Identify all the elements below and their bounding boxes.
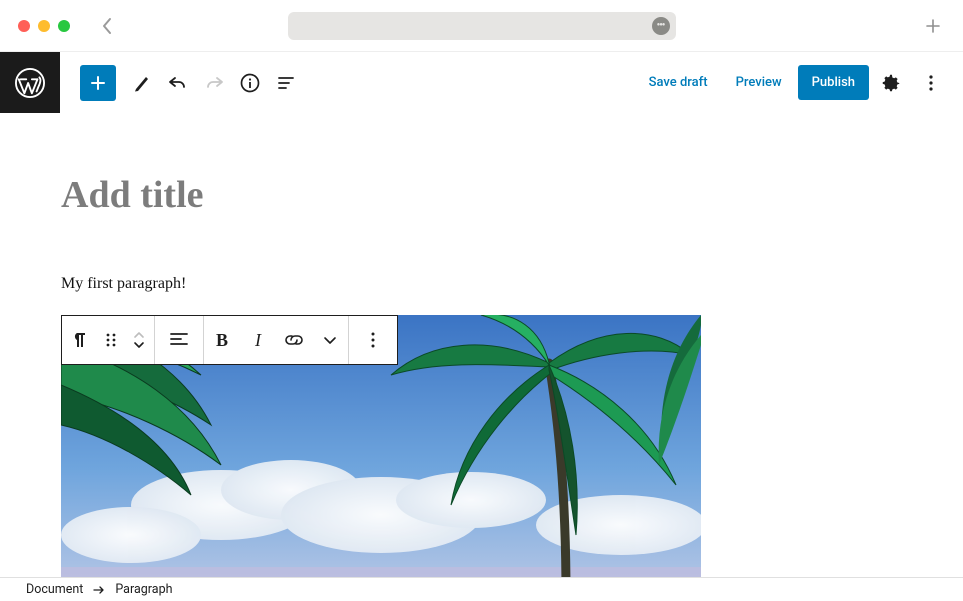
move-down-button[interactable] xyxy=(132,340,146,350)
chevron-up-icon xyxy=(132,330,146,340)
plus-icon xyxy=(88,73,108,93)
move-up-button[interactable] xyxy=(132,330,146,340)
more-options-button[interactable] xyxy=(913,65,949,101)
block-toolbar: B I xyxy=(61,315,398,365)
browser-new-tab-button[interactable] xyxy=(925,18,941,34)
breadcrumb-separator xyxy=(93,585,105,595)
browser-chrome: ••• xyxy=(0,0,963,52)
editor-breadcrumb: Document Paragraph xyxy=(0,577,963,601)
link-icon xyxy=(283,331,305,349)
list-view-icon xyxy=(275,73,297,93)
align-button[interactable] xyxy=(155,316,203,364)
post-title-input[interactable]: Add title xyxy=(61,173,963,217)
toolbar-right-group: Save draft Preview Publish xyxy=(637,65,963,101)
breadcrumb-root[interactable]: Document xyxy=(26,582,83,597)
url-more-icon[interactable]: ••• xyxy=(652,17,670,35)
editor-canvas: Add title B I xyxy=(0,113,963,578)
arrow-right-icon xyxy=(93,585,105,595)
drag-handle[interactable] xyxy=(98,316,124,364)
redo-icon xyxy=(203,73,225,93)
undo-icon xyxy=(167,73,189,93)
chevron-down-icon xyxy=(322,332,338,348)
outline-button[interactable] xyxy=(268,65,304,101)
window-maximize-button[interactable] xyxy=(58,20,70,32)
info-icon xyxy=(239,72,261,94)
wordpress-logo[interactable] xyxy=(0,52,60,113)
bold-button[interactable]: B xyxy=(204,316,240,364)
pencil-icon xyxy=(132,73,152,93)
block-type-button[interactable] xyxy=(62,316,98,364)
redo-button[interactable] xyxy=(196,65,232,101)
preview-button[interactable]: Preview xyxy=(724,67,794,98)
publish-button[interactable]: Publish xyxy=(798,65,869,100)
drag-icon xyxy=(104,331,118,349)
link-button[interactable] xyxy=(276,316,312,364)
align-left-icon xyxy=(169,331,189,349)
block-more-options-button[interactable] xyxy=(349,316,397,364)
add-block-button[interactable] xyxy=(80,65,116,101)
more-formatting-button[interactable] xyxy=(312,316,348,364)
paragraph-block[interactable]: My first paragraph! xyxy=(61,275,963,293)
save-draft-button[interactable]: Save draft xyxy=(637,67,720,98)
browser-url-bar[interactable]: ••• xyxy=(288,12,676,40)
window-close-button[interactable] xyxy=(18,20,30,32)
gear-icon xyxy=(880,72,902,94)
kebab-icon xyxy=(363,330,383,350)
wordpress-icon xyxy=(15,68,45,98)
chevron-down-icon xyxy=(132,340,146,350)
kebab-icon xyxy=(921,73,941,93)
info-button[interactable] xyxy=(232,65,268,101)
editor-top-bar: Save draft Preview Publish xyxy=(0,52,963,113)
browser-back-button[interactable] xyxy=(100,17,114,35)
window-traffic-lights xyxy=(18,20,70,32)
window-minimize-button[interactable] xyxy=(38,20,50,32)
tools-button[interactable] xyxy=(124,65,160,101)
toolbar-left-group xyxy=(60,65,304,101)
paragraph-icon xyxy=(70,330,90,350)
italic-button[interactable]: I xyxy=(240,316,276,364)
settings-button[interactable] xyxy=(873,65,909,101)
undo-button[interactable] xyxy=(160,65,196,101)
breadcrumb-current[interactable]: Paragraph xyxy=(115,582,172,597)
